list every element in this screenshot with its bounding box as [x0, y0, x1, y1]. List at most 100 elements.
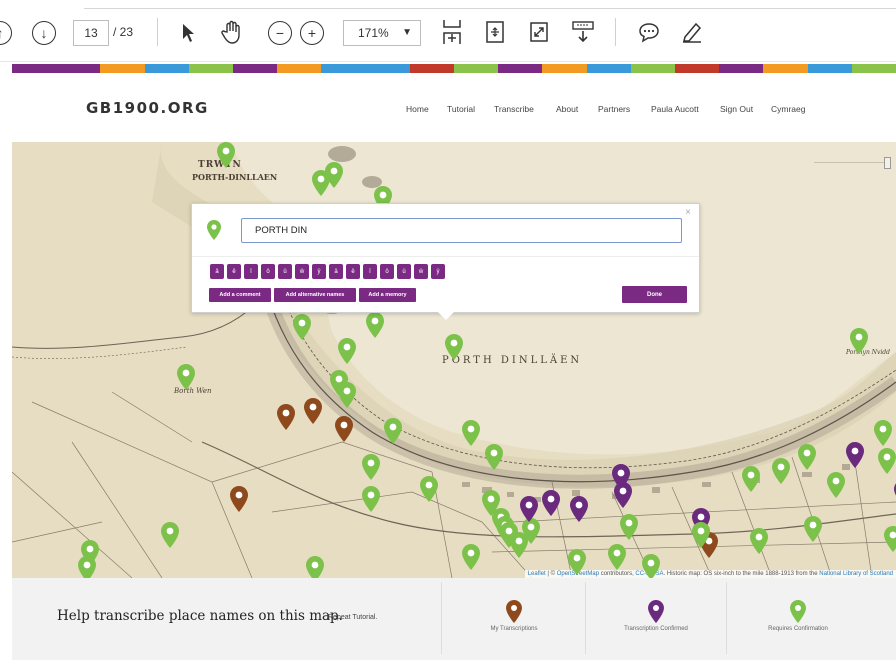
map-pin-icon[interactable] [445, 334, 463, 360]
special-character-key[interactable]: ï [363, 264, 377, 279]
map-pin-icon[interactable] [742, 466, 760, 492]
special-character-key[interactable]: ô [261, 264, 275, 279]
map-pin-icon[interactable] [798, 444, 816, 470]
add-memory-button[interactable]: Add a memory [359, 288, 416, 302]
legend-label: My Transcriptions [490, 626, 538, 632]
map-pin-icon[interactable] [325, 162, 343, 188]
special-character-key[interactable]: ŵ [295, 264, 309, 279]
nav-link-tutorial[interactable]: Tutorial [447, 104, 475, 114]
nav-link-partners[interactable]: Partners [598, 104, 630, 114]
legend-pin-icon [506, 600, 522, 623]
fit-page-icon[interactable] [440, 18, 464, 46]
special-character-key[interactable]: ü [397, 264, 411, 279]
site-logo[interactable]: GB1900.ORG [86, 99, 209, 117]
map-pin-icon[interactable] [884, 526, 896, 552]
footer-divider [726, 582, 727, 654]
special-character-key[interactable]: ë [346, 264, 360, 279]
stripe-segment [763, 64, 808, 73]
map-label-porth-dinllaen-bay: PORTH DINLLÄEN [442, 355, 583, 366]
nav-link-cymraeg[interactable]: Cymraeg [771, 104, 805, 114]
map-pin-icon[interactable] [542, 490, 560, 516]
special-character-key[interactable]: ö [380, 264, 394, 279]
special-character-key[interactable]: û [278, 264, 292, 279]
map-pin-icon[interactable] [804, 516, 822, 542]
nav-link-sign-out[interactable]: Sign Out [720, 104, 753, 114]
zoom-select[interactable]: 171% ▼ [343, 20, 421, 46]
map-pin-icon[interactable] [846, 442, 864, 468]
map-slider-handle[interactable] [884, 157, 891, 169]
special-character-key[interactable]: ẅ [414, 264, 428, 279]
close-icon[interactable]: × [685, 207, 691, 218]
comment-icon[interactable] [637, 20, 661, 44]
map-pin-icon[interactable] [338, 338, 356, 364]
zoom-out-icon[interactable]: − [268, 21, 292, 45]
map-pin-icon[interactable] [878, 448, 896, 474]
hand-tool-icon[interactable] [220, 19, 244, 45]
map-pin-icon[interactable] [570, 496, 588, 522]
map-pin-icon[interactable] [161, 522, 179, 548]
map-pin-icon[interactable] [293, 314, 311, 340]
fit-width-icon[interactable] [484, 19, 506, 45]
nls-link[interactable]: National Library of Scotland [819, 571, 893, 577]
fullscreen-icon[interactable] [528, 19, 550, 45]
map-pin-icon[interactable] [306, 556, 324, 578]
map-pin-icon[interactable] [874, 420, 892, 446]
map-pin-icon[interactable] [568, 549, 586, 575]
map-pin-icon[interactable] [335, 416, 353, 442]
done-button[interactable]: Done [622, 286, 687, 303]
map-pin-icon[interactable] [420, 476, 438, 502]
map-pin-icon[interactable] [614, 482, 632, 508]
map-pin-icon[interactable] [772, 458, 790, 484]
special-character-key[interactable]: ê [227, 264, 241, 279]
stripe-segment [719, 64, 764, 73]
transcription-input[interactable] [241, 218, 682, 243]
map-pin-icon[interactable] [277, 404, 295, 430]
nav-link-transcribe[interactable]: Transcribe [494, 104, 534, 114]
select-cursor-icon[interactable] [178, 21, 198, 45]
map-pin-icon[interactable] [366, 312, 384, 338]
add-comment-button[interactable]: Add a comment [209, 288, 271, 302]
map-pin-icon[interactable] [462, 420, 480, 446]
leaflet-link[interactable]: Leaflet [528, 571, 546, 577]
nav-link-paula-aucott[interactable]: Paula Aucott [651, 104, 699, 114]
map-pin-icon[interactable] [608, 544, 626, 570]
map-pin-icon[interactable] [750, 528, 768, 554]
map-pin-icon[interactable] [692, 522, 710, 548]
map-pin-icon[interactable] [78, 556, 96, 578]
special-character-key[interactable]: ä [329, 264, 343, 279]
map-pin-icon[interactable] [177, 364, 195, 390]
map-pin-icon[interactable] [485, 444, 503, 470]
toolbar-divider [157, 18, 158, 46]
download-icon[interactable] [570, 19, 596, 45]
add-alternative-names-button[interactable]: Add alternative names [274, 288, 356, 302]
map-pin-icon[interactable] [510, 532, 528, 558]
map-pin-icon[interactable] [827, 472, 845, 498]
chevron-down-icon: ▼ [402, 27, 412, 38]
map-pin-icon[interactable] [362, 454, 380, 480]
map-pin-icon[interactable] [620, 514, 638, 540]
special-character-key[interactable]: ÿ [431, 264, 445, 279]
special-character-key[interactable]: î [244, 264, 258, 279]
transcribe-popup: × âêîôûŵŷäëïöüẅÿ Add a comment Add alter… [191, 203, 700, 313]
special-character-key[interactable]: ŷ [312, 264, 326, 279]
page-number-input[interactable]: 13 [73, 20, 109, 46]
special-character-key[interactable]: â [210, 264, 224, 279]
map-pin-icon[interactable] [850, 328, 868, 354]
scroll-down-icon[interactable]: ↓ [32, 21, 56, 45]
nav-link-about[interactable]: About [556, 104, 578, 114]
map-pin-icon[interactable] [338, 382, 356, 408]
nav-link-home[interactable]: Home [406, 104, 429, 114]
zoom-in-icon[interactable]: + [300, 21, 324, 45]
map-pin-icon[interactable] [217, 142, 235, 168]
map-pin-icon[interactable] [462, 544, 480, 570]
highlighter-pen-icon[interactable] [680, 20, 704, 44]
map-pin-icon[interactable] [362, 486, 380, 512]
map-pin-icon[interactable] [642, 554, 660, 578]
map-pin-icon[interactable] [230, 486, 248, 512]
scroll-up-icon[interactable]: ↑ [0, 21, 12, 45]
repeat-tutorial-link[interactable]: Repeat Tutorial. [328, 614, 377, 621]
map-pin-icon[interactable] [520, 496, 538, 522]
map-pin-icon[interactable] [384, 418, 402, 444]
map-pin-icon[interactable] [304, 398, 322, 424]
stripe-segment [144, 64, 189, 73]
